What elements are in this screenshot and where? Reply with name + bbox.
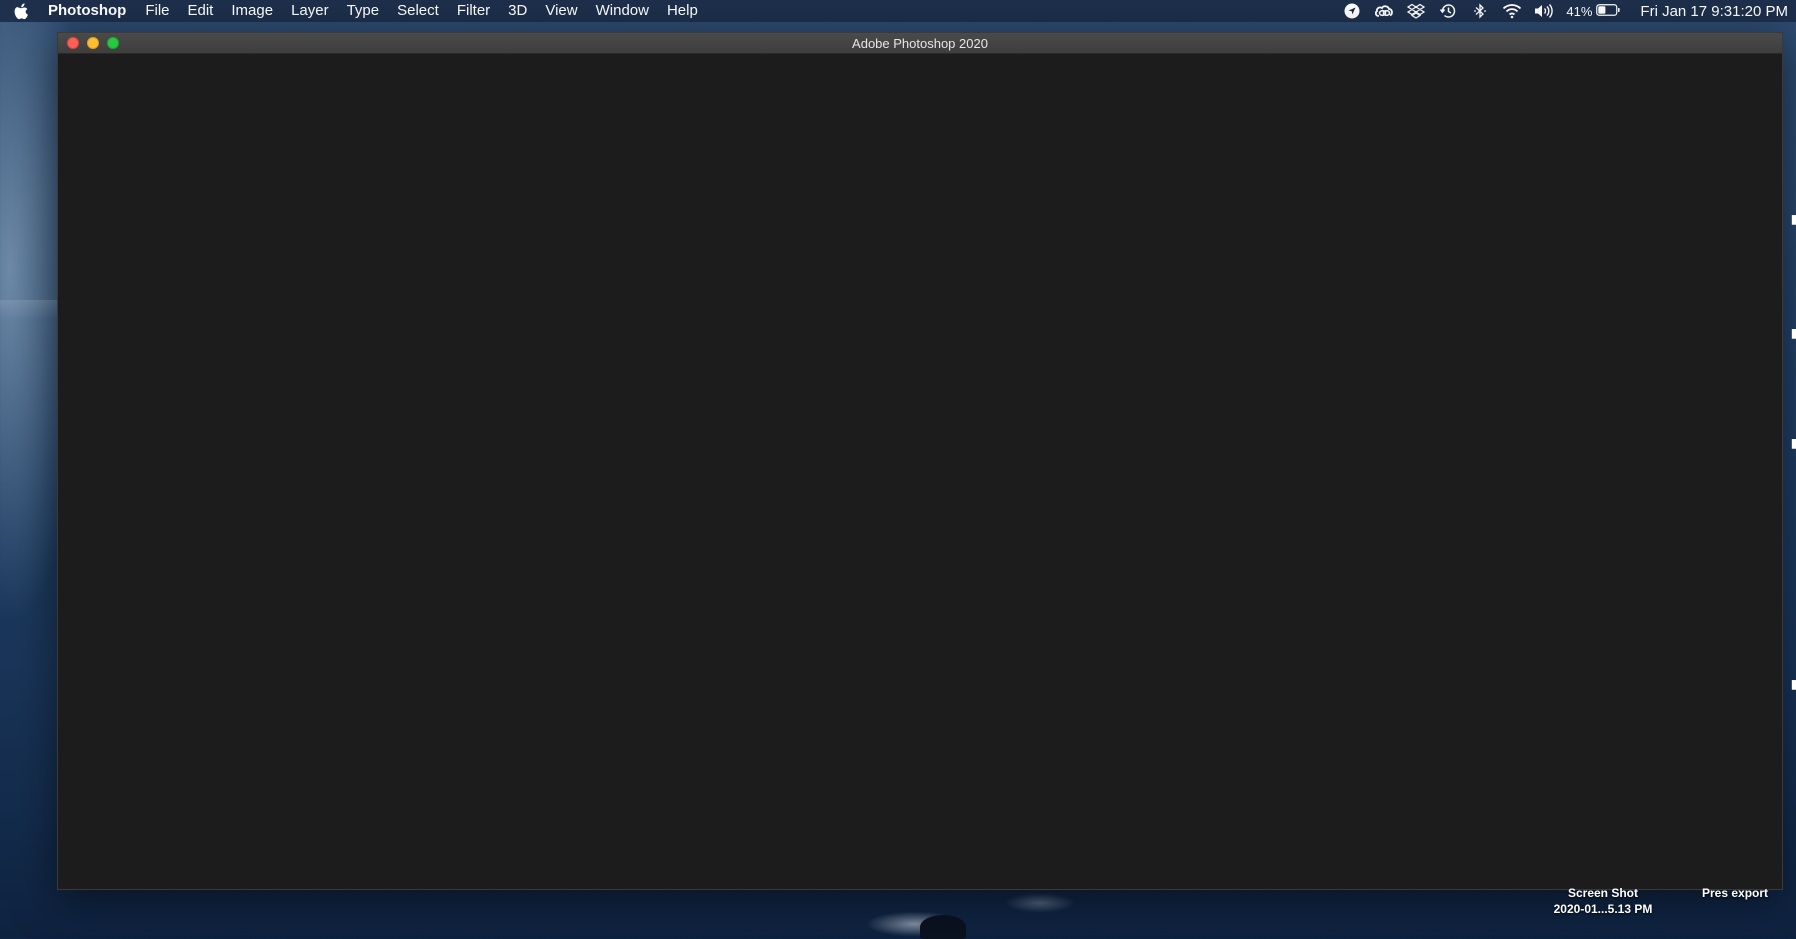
desktop-edge-glimpse: ▮ <box>1791 677 1796 691</box>
menu-app-name[interactable]: Photoshop <box>48 0 136 22</box>
zoom-window-button[interactable] <box>107 37 119 49</box>
menu-view[interactable]: View <box>536 0 586 22</box>
battery-percent[interactable]: 41% <box>1566 4 1592 19</box>
menu-3d[interactable]: 3D <box>499 0 536 22</box>
menu-type[interactable]: Type <box>338 0 389 22</box>
menu-window[interactable]: Window <box>587 0 658 22</box>
menu-layer[interactable]: Layer <box>282 0 338 22</box>
desktop-folder-label: Pres export <box>1701 886 1769 900</box>
window-controls <box>67 37 119 49</box>
menu-file[interactable]: File <box>136 0 178 22</box>
menu-filter[interactable]: Filter <box>448 0 499 22</box>
apple-menu-icon[interactable] <box>11 0 31 22</box>
status-area: 41% Fri Jan 17 9:31:20 PM <box>1336 0 1788 22</box>
close-window-button[interactable] <box>67 37 79 49</box>
desktop-wallpaper-horizon <box>0 300 60 320</box>
menu-edit[interactable]: Edit <box>179 0 223 22</box>
menu-bar: Photoshop File Edit Image Layer Type Sel… <box>0 0 1796 22</box>
window-title: Adobe Photoshop 2020 <box>852 35 988 51</box>
desktop-file-label-line2: 2020-01...5.13 PM <box>1553 902 1653 916</box>
bluetooth-icon[interactable] <box>1469 0 1491 22</box>
window-titlebar[interactable]: Adobe Photoshop 2020 <box>58 33 1782 54</box>
menu-select[interactable]: Select <box>388 0 448 22</box>
desktop-folder-pres-export[interactable]: Pres export <box>1680 885 1790 901</box>
desktop-file-screenshot[interactable]: Screen Shot 2020-01...5.13 PM <box>1530 885 1676 917</box>
menubar-clock[interactable]: Fri Jan 17 9:31:20 PM <box>1640 3 1788 20</box>
battery-icon[interactable] <box>1596 3 1621 20</box>
creative-cloud-icon[interactable] <box>1373 0 1395 22</box>
dropbox-icon[interactable] <box>1405 0 1427 22</box>
minimize-window-button[interactable] <box>87 37 99 49</box>
photoshop-window: Adobe Photoshop 2020 <box>57 32 1783 890</box>
time-machine-icon[interactable] <box>1437 0 1459 22</box>
window-content-area[interactable] <box>58 54 1782 889</box>
wifi-icon[interactable] <box>1501 0 1523 22</box>
location-arrow-icon[interactable] <box>1341 0 1363 22</box>
desktop-edge-glimpse: ▮ <box>1791 436 1796 450</box>
desktop-edge-glimpse: ▮ <box>1791 212 1796 226</box>
desktop-wallpaper-rock <box>920 915 966 939</box>
desktop-file-label-line1: Screen Shot <box>1567 886 1639 900</box>
menu-help[interactable]: Help <box>658 0 707 22</box>
volume-icon[interactable] <box>1533 0 1555 22</box>
menu-image[interactable]: Image <box>222 0 282 22</box>
desktop-edge-glimpse: ▮ <box>1791 326 1796 340</box>
